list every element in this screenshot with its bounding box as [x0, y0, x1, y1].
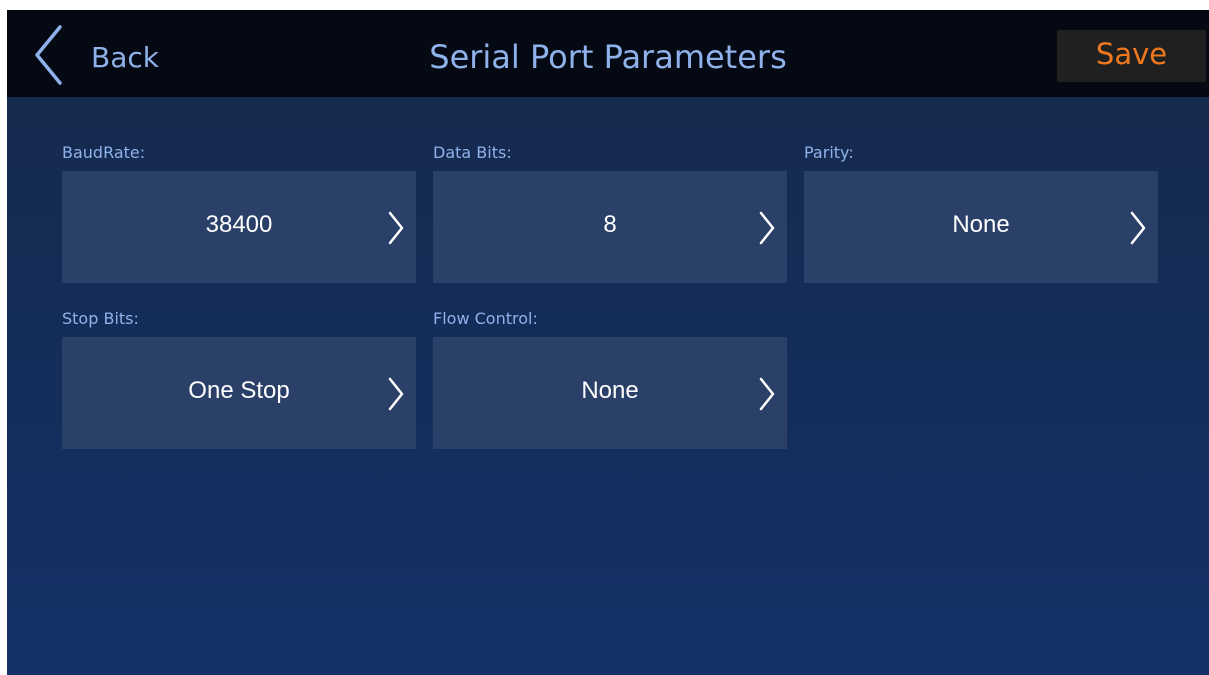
- parity-label: Parity:: [804, 143, 854, 162]
- save-button[interactable]: Save: [1057, 30, 1206, 82]
- parity-selector[interactable]: None: [804, 171, 1158, 283]
- chevron-right-icon: [388, 211, 404, 245]
- baud-rate-label: BaudRate:: [62, 143, 146, 162]
- chevron-right-icon: [759, 377, 775, 411]
- screen: Back Serial Port Parameters Save BaudRat…: [7, 10, 1209, 675]
- stop-bits-label: Stop Bits:: [62, 309, 139, 328]
- baud-rate-selector[interactable]: 38400: [62, 171, 416, 283]
- back-label: Back: [91, 41, 159, 74]
- data-bits-label: Data Bits:: [433, 143, 512, 162]
- flow-control-value: None: [581, 377, 639, 404]
- data-bits-selector[interactable]: 8: [433, 171, 787, 283]
- data-bits-value: 8: [603, 211, 617, 238]
- baud-rate-value: 38400: [205, 211, 273, 238]
- chevron-left-icon: [35, 25, 62, 85]
- stop-bits-value: One Stop: [188, 377, 290, 404]
- chevron-right-icon: [1130, 211, 1146, 245]
- chevron-right-icon: [759, 211, 775, 245]
- page-title: Serial Port Parameters: [429, 38, 787, 76]
- chevron-right-icon: [388, 377, 404, 411]
- flow-control-label: Flow Control:: [433, 309, 538, 328]
- flow-control-selector[interactable]: None: [433, 337, 787, 449]
- header-bar: Back Serial Port Parameters Save: [7, 10, 1209, 97]
- back-button[interactable]: Back: [27, 24, 187, 85]
- parity-value: None: [952, 211, 1010, 238]
- stop-bits-selector[interactable]: One Stop: [62, 337, 416, 449]
